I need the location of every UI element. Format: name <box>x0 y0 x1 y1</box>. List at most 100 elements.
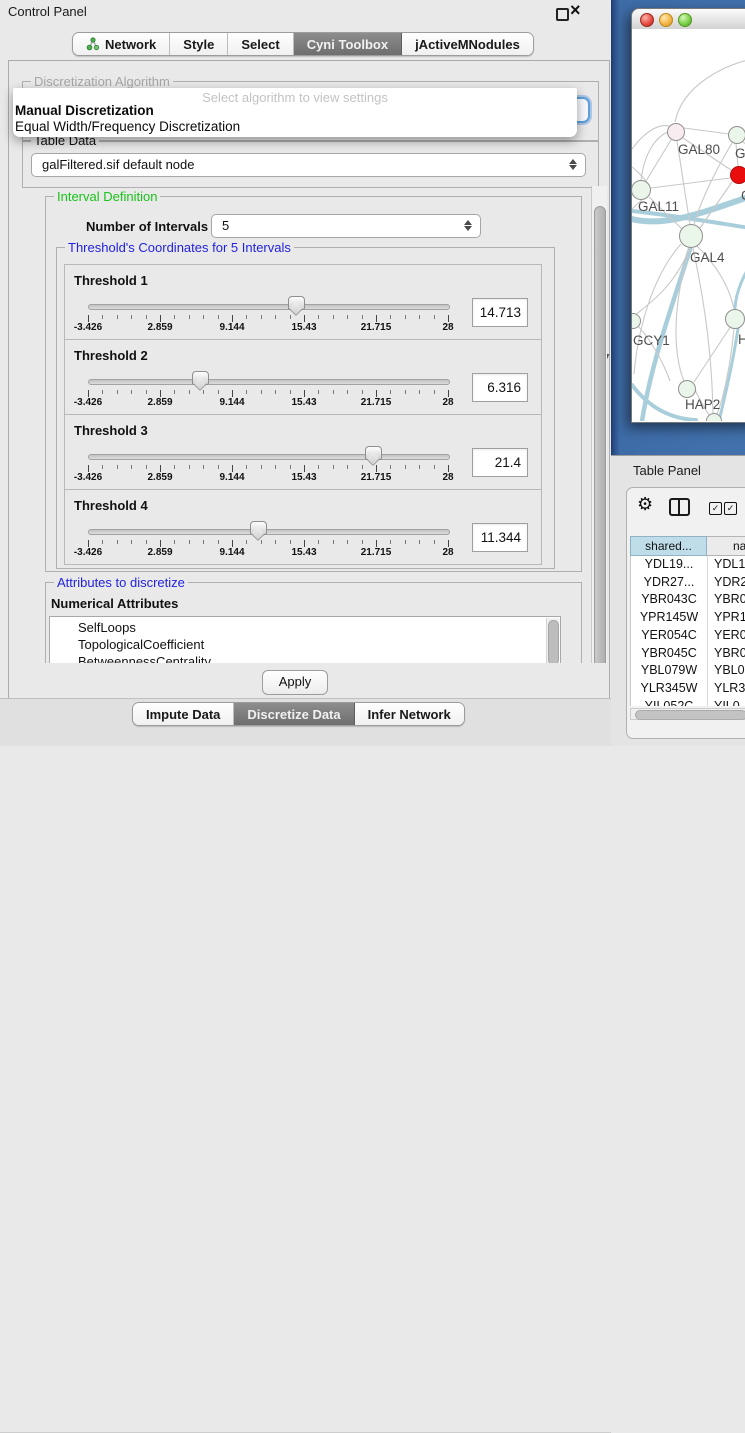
tick-mark <box>117 465 118 469</box>
tick-label: 2.859 <box>147 322 172 333</box>
slider-thumb[interactable] <box>192 371 209 385</box>
tab-network[interactable]: Network <box>73 33 170 55</box>
tab-infer-network[interactable]: Infer Network <box>355 703 464 725</box>
group-label: Attributes to discretize <box>54 575 188 590</box>
close-icon[interactable]: × <box>570 0 581 21</box>
table-body[interactable]: YDL19...YDL1YDR27...YDR2YBR043CYBR0YPR14… <box>630 556 745 706</box>
table-data-group: Table Data galFiltered.sif default node <box>22 140 599 188</box>
table-horizontal-scrollbar[interactable] <box>630 708 745 720</box>
table-cell[interactable]: YBR0 <box>714 591 745 609</box>
table-row[interactable]: YDL19... YDL1 <box>631 556 745 574</box>
number-of-intervals-select[interactable]: 5 <box>211 214 481 238</box>
threshold-value-field[interactable]: 11.344 <box>472 523 528 552</box>
table-cell[interactable]: YBL0 <box>714 662 745 680</box>
tick-mark <box>203 465 204 469</box>
table-cell[interactable]: YDL1 <box>714 556 745 574</box>
scrollbar-thumb[interactable] <box>594 206 606 676</box>
tick-label: -3.426 <box>74 547 102 558</box>
graph-node-hap2[interactable] <box>678 380 696 398</box>
node-label: HAP2 <box>685 397 720 412</box>
float-window-icon[interactable] <box>556 8 569 21</box>
list-item[interactable]: SelfLoops <box>78 619 136 636</box>
slider-track[interactable] <box>88 304 450 310</box>
table-row[interactable]: YBR043C YBR0 <box>631 591 745 609</box>
apply-bar: Apply <box>9 663 607 697</box>
table-cell[interactable]: YBR043C <box>631 591 707 609</box>
slider-thumb[interactable] <box>250 521 267 535</box>
table-cell[interactable]: YBR0 <box>714 645 745 663</box>
graph-node-gal80[interactable] <box>667 123 685 141</box>
table-cell[interactable]: YPR1 <box>714 609 745 627</box>
scrollbar-thumb[interactable] <box>548 620 559 665</box>
tab-discretize-data[interactable]: Discretize Data <box>234 703 354 725</box>
table-row[interactable]: YLR345W YLR3 <box>631 680 745 698</box>
threshold-value-field[interactable]: 14.713 <box>472 298 528 327</box>
network-canvas[interactable]: GAL80GACGAL11GAL4HGCY1HAP2 <box>632 29 745 421</box>
panel-scrollbar[interactable] <box>591 186 607 696</box>
table-cell[interactable]: YIL052C <box>631 698 707 706</box>
tick-mark <box>246 390 247 394</box>
split-pane-icon[interactable] <box>669 498 690 516</box>
graph-node-c[interactable] <box>730 166 745 184</box>
tick-mark <box>102 315 103 319</box>
scrollbar-thumb[interactable] <box>635 710 745 720</box>
threshold-label: Threshold 3 <box>74 423 148 438</box>
table-cell[interactable]: YER0 <box>714 627 745 645</box>
tab-select[interactable]: Select <box>228 33 293 55</box>
column-header-shared[interactable]: shared... <box>630 536 707 556</box>
tab-style[interactable]: Style <box>170 33 228 55</box>
zoom-light-icon[interactable] <box>678 13 692 27</box>
column-header-name[interactable]: na <box>707 536 745 556</box>
tab-impute-data[interactable]: Impute Data <box>133 703 234 725</box>
graph-node-h[interactable] <box>725 309 745 329</box>
table-cell[interactable]: YDR2 <box>714 574 745 592</box>
checkbox-checked-icon[interactable]: ✓ <box>724 502 737 515</box>
network-view-window[interactable]: GAL80GACGAL11GAL4HGCY1HAP2 <box>631 8 745 423</box>
table-cell[interactable]: YBR045C <box>631 645 707 663</box>
table-data-select[interactable]: galFiltered.sif default node <box>31 153 586 177</box>
table-cell[interactable]: YIL0 <box>714 698 740 706</box>
table-cell[interactable]: YLR3 <box>714 680 745 698</box>
close-light-icon[interactable] <box>640 13 654 27</box>
slider-track[interactable] <box>88 379 450 385</box>
dropdown-item-equal-width-frequency[interactable]: Equal Width/Frequency Discretization <box>15 119 240 134</box>
table-cell[interactable]: YLR345W <box>631 680 707 698</box>
table-cell[interactable]: YPR145W <box>631 609 707 627</box>
tick-mark <box>160 390 161 397</box>
checkbox-checked-icon[interactable]: ✓ <box>709 502 722 515</box>
network-window-titlebar[interactable] <box>632 9 745 30</box>
threshold-value-field[interactable]: 6.316 <box>472 373 528 402</box>
slider-track[interactable] <box>88 529 450 535</box>
table-row[interactable]: YPR145W YPR1 <box>631 609 745 627</box>
gear-icon[interactable]: ⚙ <box>637 494 653 515</box>
table-row[interactable]: YER054C YER0 <box>631 627 745 645</box>
tab-jactivemnodules[interactable]: jActiveMNodules <box>402 33 533 55</box>
list-item[interactable]: TopologicalCoefficient <box>78 636 204 653</box>
table-cell[interactable]: YER054C <box>631 627 707 645</box>
apply-button[interactable]: Apply <box>262 670 328 695</box>
slider-thumb[interactable] <box>288 296 305 310</box>
table-cell[interactable]: YDR27... <box>631 574 707 592</box>
graph-node-gal11[interactable] <box>632 180 651 200</box>
slider-track[interactable] <box>88 454 450 460</box>
tab-cyni-toolbox[interactable]: Cyni Toolbox <box>294 33 402 55</box>
threshold-value-field[interactable]: 21.4 <box>472 448 528 477</box>
tick-mark <box>160 540 161 547</box>
tick-mark <box>261 540 262 544</box>
graph-node-gal4[interactable] <box>679 224 703 248</box>
slider-thumb[interactable] <box>365 446 382 460</box>
tick-mark <box>88 390 89 397</box>
numerical-attributes-list[interactable]: SelfLoopsTopologicalCoefficientBetweenne… <box>49 616 561 669</box>
table-row[interactable]: YBL079W YBL0 <box>631 662 745 680</box>
table-cell[interactable]: YBL079W <box>631 662 707 680</box>
minimize-light-icon[interactable] <box>659 13 673 27</box>
table-row[interactable]: YBR045C YBR0 <box>631 645 745 663</box>
group-label: Discretization Algorithm <box>31 74 173 89</box>
dropdown-item-manual-discretization[interactable]: Manual Discretization <box>15 103 154 118</box>
graph-node-ga[interactable] <box>728 126 745 144</box>
table-row[interactable]: YIL052C YIL0 <box>631 698 745 706</box>
list-scrollbar[interactable] <box>546 618 559 666</box>
table-cell[interactable]: YDL19... <box>631 556 707 574</box>
tab-label: Cyni Toolbox <box>307 37 388 52</box>
table-row[interactable]: YDR27... YDR2 <box>631 574 745 592</box>
